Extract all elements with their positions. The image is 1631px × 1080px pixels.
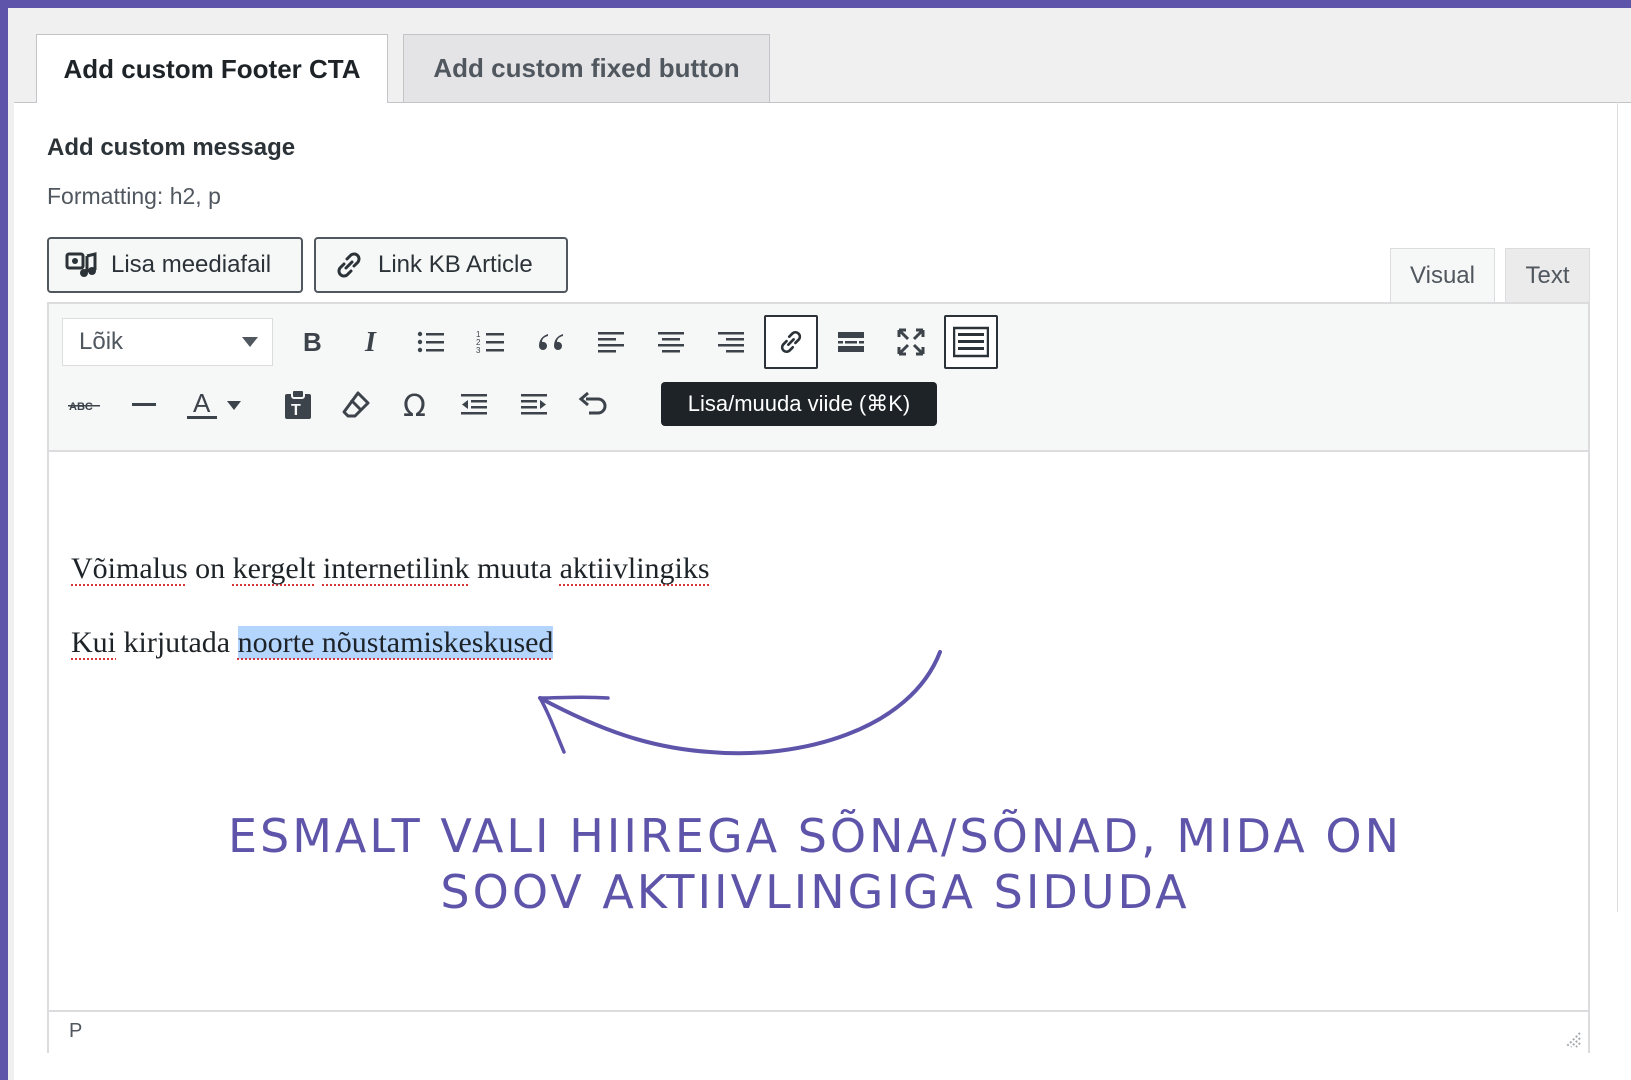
word: internetilink — [322, 552, 470, 585]
element-path[interactable]: P — [69, 1020, 82, 1043]
toolbar-toggle-button[interactable] — [944, 315, 998, 369]
indent-button[interactable] — [507, 378, 561, 432]
add-media-label: Lisa meediafail — [111, 251, 272, 278]
resize-handle-icon[interactable] — [1562, 1029, 1582, 1049]
word: Kui — [71, 626, 116, 659]
word: kergelt — [232, 552, 316, 585]
numbered-list-icon: 1 2 3 — [476, 330, 504, 355]
fullscreen-button[interactable] — [884, 315, 938, 369]
format-select-value: Lõik — [79, 328, 124, 355]
bold-icon: B — [303, 328, 322, 356]
field-hint: Formatting: h2, p — [47, 183, 221, 209]
word: muuta — [477, 552, 553, 585]
outdent-icon — [461, 394, 487, 415]
italic-button[interactable]: I — [344, 315, 398, 369]
panel-edge — [8, 8, 14, 1080]
align-left-icon — [598, 332, 624, 353]
link-tooltip: Lisa/muuda viide (⌘K) — [661, 382, 937, 426]
special-character-button[interactable]: Ω — [389, 378, 443, 432]
align-left-button[interactable] — [584, 315, 638, 369]
paste-text-icon: T — [285, 389, 311, 419]
align-right-icon — [718, 332, 744, 353]
clear-formatting-button[interactable] — [329, 378, 383, 432]
clear-formatting-icon — [342, 391, 370, 418]
link-kb-article-button[interactable]: Link KB Article — [314, 237, 568, 293]
svg-text:A: A — [193, 388, 211, 418]
fullscreen-icon — [897, 328, 925, 356]
bold-button[interactable]: B — [284, 315, 338, 369]
blockquote-icon — [539, 334, 563, 350]
horizontal-line-button[interactable] — [117, 378, 171, 432]
align-center-icon — [658, 332, 684, 353]
annotation-text: ESMALT VALI HIIREGA SÕNA/SÕNAD, MIDA ON … — [200, 808, 1430, 920]
svg-text:T: T — [291, 402, 301, 419]
svg-text:Ω: Ω — [403, 390, 426, 420]
link-icon — [337, 252, 361, 278]
link-icon — [780, 330, 802, 354]
tab-visual[interactable]: Visual — [1390, 248, 1495, 303]
tab-text[interactable]: Text — [1505, 248, 1590, 303]
bullet-list-icon — [417, 331, 444, 353]
paragraph-1: Võimalus on kergelt internetilink muuta … — [71, 552, 710, 586]
bullet-list-button[interactable] — [404, 315, 458, 369]
indent-icon — [521, 394, 547, 415]
add-media-button[interactable]: Lisa meediafail — [47, 237, 303, 293]
special-character-icon: Ω — [403, 390, 426, 420]
toolbar-toggle-icon — [953, 326, 989, 358]
svg-text:I: I — [364, 328, 377, 356]
outdent-button[interactable] — [447, 378, 501, 432]
read-more-icon — [838, 332, 864, 352]
strikethrough-icon: ABC — [68, 401, 100, 413]
format-select[interactable]: Lõik — [62, 318, 273, 366]
svg-text:ABC: ABC — [69, 401, 93, 413]
chevron-down-icon — [242, 337, 258, 347]
blockquote-button[interactable] — [524, 315, 578, 369]
read-more-button[interactable] — [824, 315, 878, 369]
paragraph-2: Kui kirjutada noorte nõustamiskeskused — [71, 626, 554, 660]
text-color-dropdown[interactable] — [219, 378, 249, 432]
media-icon — [65, 252, 97, 277]
field-label: Add custom message — [47, 134, 296, 161]
paste-text-button[interactable]: T — [271, 378, 325, 432]
horizontal-line-icon — [132, 403, 156, 406]
text-color-icon: A — [187, 388, 217, 419]
word: aktiivlingiks — [559, 552, 710, 585]
svg-text:B: B — [303, 328, 322, 356]
tab-fixed-button[interactable]: Add custom fixed button — [403, 34, 770, 102]
editor-toolbar: Lõik B I 1 2 3 ABC A T Ω Lisa/muuda viid… — [49, 304, 1588, 452]
word: kirjutada — [123, 626, 231, 659]
annotation-arrow-icon — [538, 650, 942, 756]
panel-divider — [1617, 102, 1618, 912]
link-kb-article-label: Link KB Article — [378, 251, 533, 278]
numbered-list-button[interactable]: 1 2 3 — [464, 315, 518, 369]
align-right-button[interactable] — [704, 315, 758, 369]
strikethrough-button[interactable]: ABC — [57, 378, 111, 432]
annotation-line-1: ESMALT VALI HIIREGA SÕNA/SÕNAD, MIDA ON — [227, 809, 1403, 863]
undo-button[interactable] — [565, 378, 619, 432]
italic-icon: I — [364, 328, 377, 356]
annotation-line-2: SOOV AKTIIVLINGIGA SIDUDA — [440, 865, 1190, 919]
editor-statusbar: P — [49, 1010, 1588, 1053]
selected-text[interactable]: noorte nõustamiskeskused — [237, 626, 554, 659]
text-color-dropdown-icon — [227, 401, 241, 410]
tab-footer-cta[interactable]: Add custom Footer CTA — [36, 34, 388, 103]
undo-icon — [578, 391, 607, 415]
svg-text:3: 3 — [476, 346, 481, 355]
frame-top-border — [0, 0, 1631, 8]
word: Võimalus — [71, 552, 188, 585]
word: on — [195, 552, 226, 585]
insert-link-button[interactable] — [764, 315, 818, 369]
frame-left-border — [0, 0, 8, 1080]
align-center-button[interactable] — [644, 315, 698, 369]
